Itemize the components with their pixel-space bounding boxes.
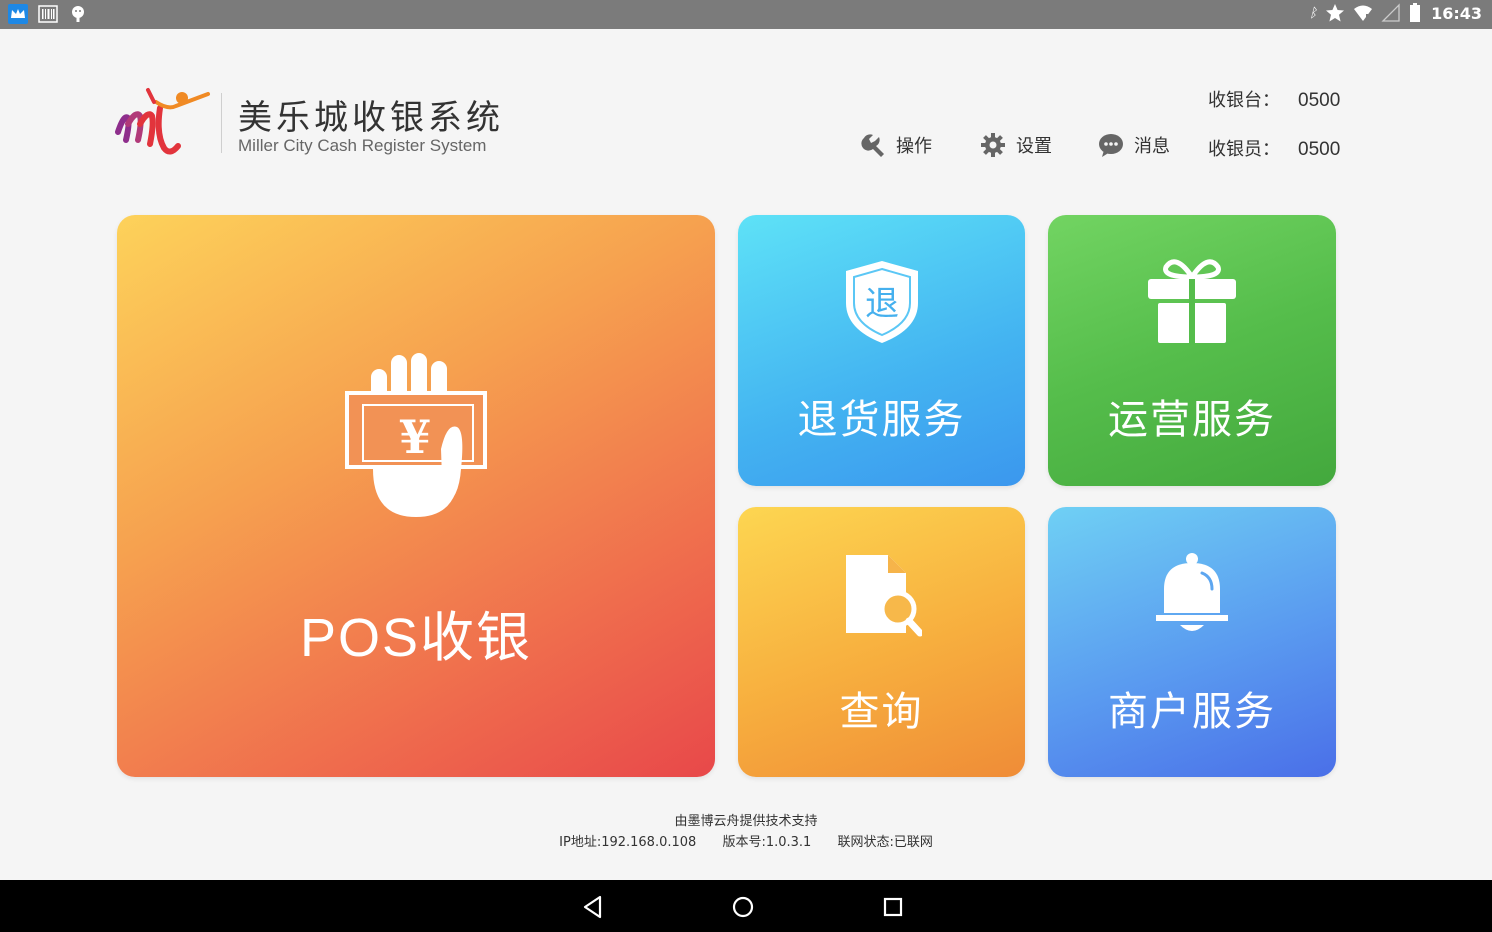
register-value: 0500 bbox=[1298, 90, 1341, 111]
crown-app-icon bbox=[8, 4, 28, 24]
chat-bubble-icon bbox=[1099, 134, 1123, 157]
back-icon[interactable] bbox=[580, 894, 606, 920]
cash-hand-icon: ¥ bbox=[345, 353, 487, 517]
ip-address: IP地址:192.168.0.108 bbox=[559, 835, 697, 850]
merchant-service-tile[interactable]: 商户服务 bbox=[1048, 507, 1336, 777]
app-title: 美乐城收银系统 bbox=[238, 98, 504, 138]
tech-support-text: 由墨博云舟提供技术支持 bbox=[674, 814, 818, 829]
query-label: 查询 bbox=[839, 689, 924, 735]
query-tile[interactable]: 查询 bbox=[738, 507, 1025, 777]
pos-cashier-label: POS收银 bbox=[299, 608, 533, 668]
refund-service-tile[interactable]: 退 退货服务 bbox=[738, 215, 1025, 486]
register-info: 收银台： 0500 bbox=[1208, 86, 1340, 112]
gift-icon bbox=[1148, 259, 1236, 345]
refund-service-label: 退货服务 bbox=[797, 397, 966, 443]
status-time: 16:43 bbox=[1431, 3, 1482, 23]
battery-icon bbox=[1409, 3, 1421, 23]
status-bar-right: ᛒ 16:43 bbox=[1309, 3, 1482, 23]
refund-shield-icon: 退 bbox=[846, 261, 918, 343]
wifi-icon bbox=[1353, 3, 1373, 23]
app-logo bbox=[112, 84, 212, 160]
status-bar: ᛒ 16:43 bbox=[0, 0, 1492, 29]
version-number: 版本号:1.0.3.1 bbox=[722, 835, 812, 850]
app-subtitle: Miller City Cash Register System bbox=[238, 136, 487, 155]
status-bar-left bbox=[8, 4, 88, 24]
operations-service-label: 运营服务 bbox=[1108, 397, 1276, 443]
operate-label: 操作 bbox=[896, 136, 932, 157]
barcode-icon bbox=[38, 4, 58, 24]
settings-button[interactable]: 设置 bbox=[980, 132, 1052, 158]
signal-icon bbox=[1381, 3, 1401, 23]
yen-glyph: ¥ bbox=[399, 410, 431, 464]
android-debug-icon bbox=[68, 4, 88, 24]
operate-button[interactable]: 操作 bbox=[860, 132, 932, 158]
gear-icon bbox=[981, 133, 1005, 157]
document-search-icon bbox=[846, 555, 922, 637]
messages-button[interactable]: 消息 bbox=[1098, 132, 1170, 158]
merchant-service-label: 商户服务 bbox=[1108, 689, 1276, 735]
pos-cashier-tile[interactable]: ¥ POS收银 bbox=[117, 215, 715, 777]
cashier-value: 0500 bbox=[1298, 139, 1341, 160]
cashier-info: 收银员： 0500 bbox=[1208, 135, 1340, 161]
star-icon bbox=[1325, 3, 1345, 23]
logo-divider bbox=[221, 93, 222, 153]
android-nav-bar bbox=[0, 880, 1492, 932]
settings-label: 设置 bbox=[1016, 136, 1052, 157]
messages-label: 消息 bbox=[1134, 136, 1170, 157]
bluetooth-icon: ᛒ bbox=[1309, 5, 1318, 21]
wrench-icon bbox=[861, 134, 884, 157]
operations-service-tile[interactable]: 运营服务 bbox=[1048, 215, 1336, 486]
refund-glyph: 退 bbox=[865, 284, 899, 324]
network-status: 联网状态:已联网 bbox=[837, 835, 933, 850]
bell-icon bbox=[1156, 553, 1228, 631]
home-icon[interactable] bbox=[730, 894, 756, 920]
register-label: 收银台： bbox=[1208, 90, 1280, 111]
device-info-line: IP地址:192.168.0.108 版本号:1.0.3.1 联网状态:已联网 bbox=[0, 831, 1492, 850]
cashier-label: 收银员： bbox=[1208, 139, 1280, 160]
recents-icon[interactable] bbox=[880, 894, 906, 920]
